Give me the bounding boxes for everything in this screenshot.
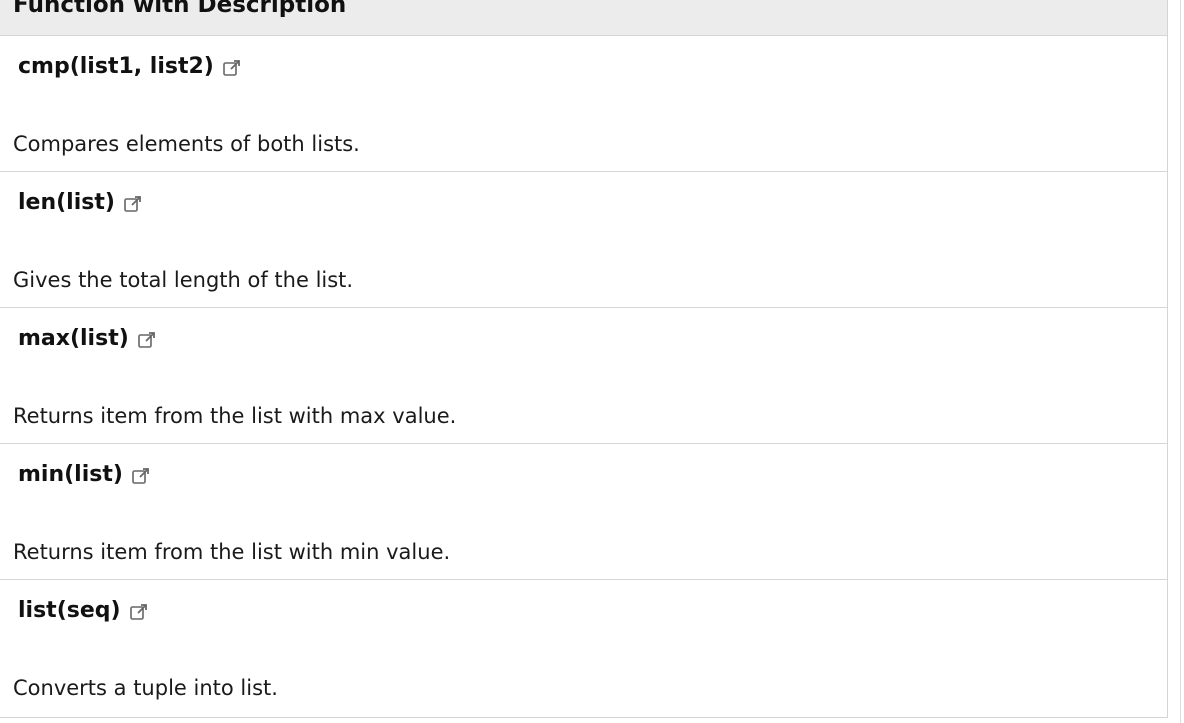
table-header-label: Function with Description	[13, 0, 347, 18]
table-row: max(list) Returns item from the list wit…	[0, 308, 1167, 444]
external-link-icon[interactable]	[123, 194, 143, 214]
scrollbar-edge	[1180, 0, 1181, 723]
external-link-icon[interactable]	[129, 602, 149, 622]
table-header: Function with Description	[0, 0, 1167, 36]
external-link-icon[interactable]	[131, 466, 151, 486]
function-description: Returns item from the list with min valu…	[13, 540, 451, 564]
function-name-link[interactable]: max(list)	[18, 326, 157, 351]
function-description: Returns item from the list with max valu…	[13, 404, 457, 428]
external-link-icon[interactable]	[222, 58, 242, 78]
function-name-link[interactable]: min(list)	[18, 462, 151, 487]
function-description: Gives the total length of the list.	[13, 268, 354, 292]
table-row: list(seq) Converts a tuple into list.	[0, 580, 1167, 718]
function-name[interactable]: min(list)	[18, 462, 123, 487]
external-link-icon[interactable]	[137, 330, 157, 350]
function-name[interactable]: max(list)	[18, 326, 129, 351]
function-name-link[interactable]: list(seq)	[18, 598, 149, 623]
page: Function with Description cmp(list1, lis…	[0, 0, 1184, 723]
table-row: min(list) Returns item from the list wit…	[0, 444, 1167, 580]
function-description: Converts a tuple into list.	[13, 676, 278, 700]
function-name[interactable]: list(seq)	[18, 598, 121, 623]
table-row: len(list) Gives the total length of the …	[0, 172, 1167, 308]
function-name[interactable]: cmp(list1, list2)	[18, 54, 214, 79]
table-row: cmp(list1, list2) Compares elements of b…	[0, 36, 1167, 172]
function-description: Compares elements of both lists.	[13, 132, 360, 156]
function-name-link[interactable]: len(list)	[18, 190, 143, 215]
function-name[interactable]: len(list)	[18, 190, 115, 215]
functions-table: Function with Description cmp(list1, lis…	[0, 0, 1168, 718]
function-name-link[interactable]: cmp(list1, list2)	[18, 54, 242, 79]
